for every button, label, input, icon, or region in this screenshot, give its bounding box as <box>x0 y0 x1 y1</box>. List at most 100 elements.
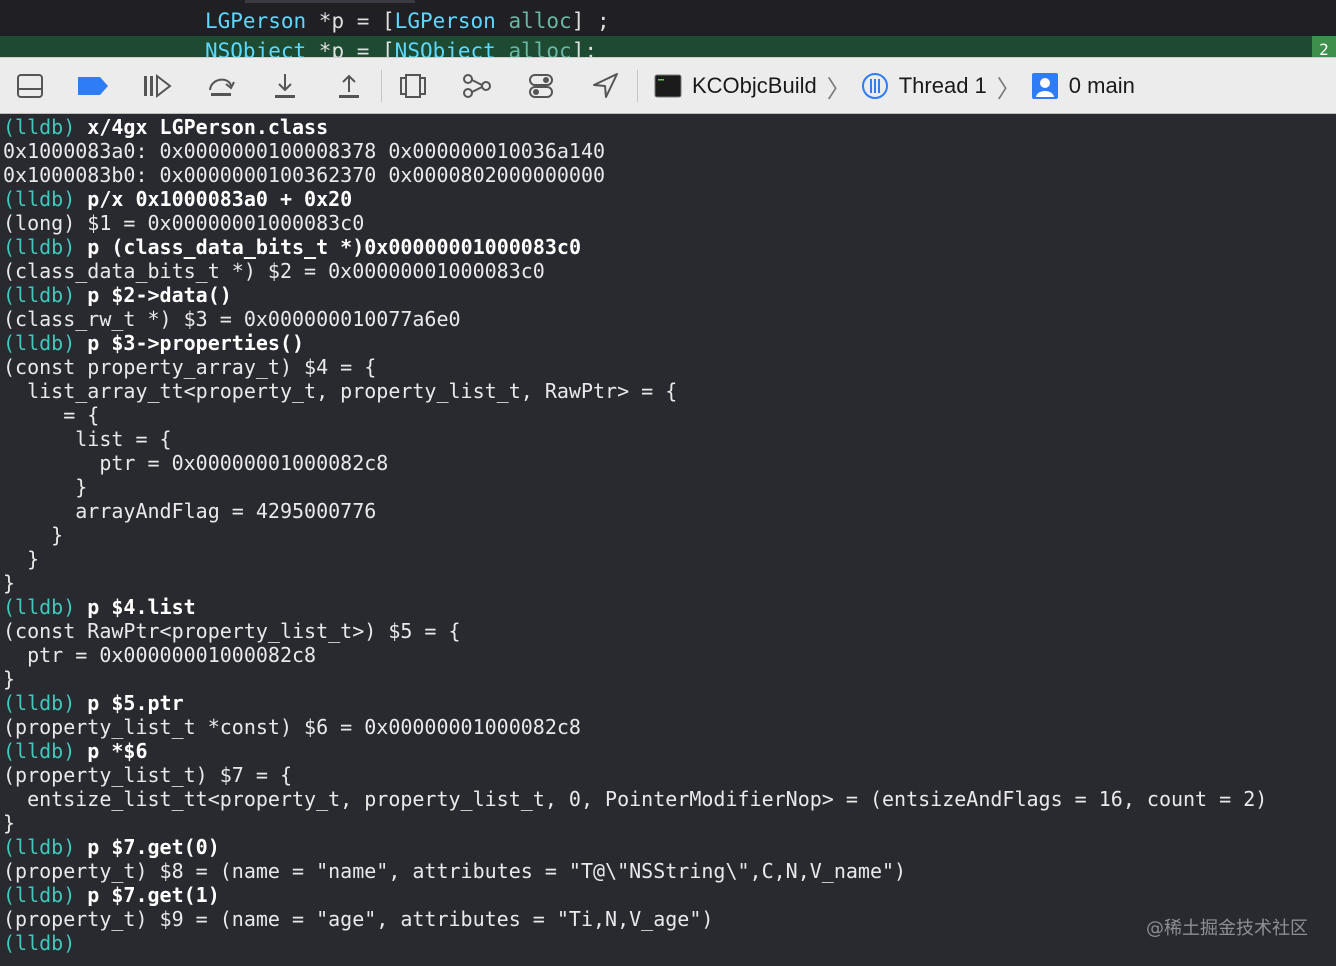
console-command-line: (lldb) p $7.get(1) <box>3 883 220 907</box>
type-token: NSObject <box>394 39 496 57</box>
lldb-prompt: (lldb) <box>3 691 76 715</box>
terminal-app-icon <box>654 74 682 98</box>
breakpoints-toggle-button[interactable] <box>73 68 113 104</box>
panel-icon <box>17 74 43 98</box>
toggles-icon <box>529 74 553 98</box>
continue-icon <box>144 73 172 99</box>
code-token: *p = [ <box>306 9 395 33</box>
step-out-button[interactable] <box>329 68 369 104</box>
command-text: p (class_data_bits_t *)0x00000001000083c… <box>87 235 581 259</box>
thread-name: Thread 1 <box>898 73 987 98</box>
console-command-line: (lldb) p $5.ptr <box>3 691 184 715</box>
console-output-line: (const RawPtr<property_list_t>) $5 = { <box>3 619 461 643</box>
editor-scroll-indicator <box>245 0 415 3</box>
lldb-prompt: (lldb) <box>3 595 76 619</box>
console-output-line: } <box>3 475 88 499</box>
console-output-line: (property_t) $8 = (name = "name", attrib… <box>3 859 907 883</box>
command-text: p *$6 <box>87 739 148 763</box>
console-output-line: ptr = 0x00000001000082c8 <box>3 643 317 667</box>
console-output-line: 0x1000083a0: 0x0000000100008378 0x000000… <box>3 139 606 163</box>
console-output-line: entsize_list_tt<property_t, property_lis… <box>3 787 1268 811</box>
step-out-icon <box>339 74 359 98</box>
console-command-line: (lldb) p $7.get(0) <box>3 835 220 859</box>
issue-badge[interactable]: 2 <box>1312 36 1336 57</box>
console-command-line: (lldb) x/4gx LGPerson.class <box>3 115 328 139</box>
console-output-line: list_array_tt<property_t, property_list_… <box>3 379 678 403</box>
console-output-line: } <box>3 811 16 835</box>
command-text: p $2->data() <box>87 283 232 307</box>
console-output-line: = { <box>3 403 100 427</box>
simulate-location-button[interactable] <box>585 68 625 104</box>
lldb-prompt: (lldb) <box>3 739 76 763</box>
location-arrow-icon <box>593 73 618 98</box>
type-token: NSObject <box>205 39 307 57</box>
console-command-line: (lldb) p $4.list <box>3 595 196 619</box>
lldb-prompt: (lldb) <box>3 187 76 211</box>
user-frame-icon <box>1031 73 1058 99</box>
code-token: ]; <box>571 39 597 57</box>
lldb-prompt: (lldb) <box>3 235 76 259</box>
step-over-button[interactable] <box>201 68 241 104</box>
breadcrumb-frame[interactable]: 0 main <box>1031 72 1135 100</box>
code-line-28-current[interactable]: 28 NSObject *p = [NSObject alloc]; <box>0 36 1336 57</box>
console-output-line: } <box>3 571 16 595</box>
console-output-line: (long) $1 = 0x00000001000083c0 <box>3 211 365 235</box>
breadcrumb-thread[interactable]: Thread 1 <box>861 72 987 100</box>
console-output-line: } <box>3 667 16 691</box>
console-output-line: } <box>3 547 40 571</box>
command-text: p $4.list <box>87 595 196 619</box>
chevron-right-icon: 〉 <box>996 74 1021 103</box>
debug-breadcrumb: KCObjcBuild 〉 Thread 1 〉 0 main <box>654 68 1135 104</box>
memory-graph-icon <box>463 74 491 98</box>
step-into-button[interactable] <box>265 68 305 104</box>
view-hierarchy-button[interactable] <box>393 68 433 104</box>
console-command-line: (lldb) p $2->data() <box>3 283 232 307</box>
lldb-console[interactable]: (lldb) x/4gx LGPerson.class 0x1000083a0: … <box>0 115 1336 966</box>
toolbar-divider <box>637 70 638 102</box>
console-command-line: (lldb) p/x 0x1000083a0 + 0x20 <box>3 187 352 211</box>
method-token: alloc <box>508 9 572 33</box>
continue-button[interactable] <box>137 68 177 104</box>
console-command-line: (lldb) p (class_data_bits_t *)0x00000001… <box>3 235 581 259</box>
lldb-prompt: (lldb) <box>3 331 76 355</box>
console-output-line: (const property_array_t) $4 = { <box>3 355 377 379</box>
code-token: ] ; <box>571 9 610 33</box>
console-output-line: (property_list_t *const) $6 = 0x00000001… <box>3 715 581 739</box>
command-text: p $7.get(0) <box>87 835 220 859</box>
command-text: p $7.get(1) <box>87 883 220 907</box>
command-text: x/4gx LGPerson.class <box>87 115 329 139</box>
debug-toolbar: KCObjcBuild 〉 Thread 1 〉 0 main <box>0 57 1336 114</box>
frame-name: 0 main <box>1068 73 1135 98</box>
method-token: alloc <box>508 39 572 57</box>
console-output-line: list = { <box>3 427 172 451</box>
watermark: @稀土掘金技术社区 <box>1146 918 1308 939</box>
type-token: LGPerson <box>394 9 496 33</box>
console-output-line: (class_data_bits_t *) $2 = 0x00000001000… <box>3 259 545 283</box>
breadcrumb-target[interactable]: KCObjcBuild <box>654 73 817 99</box>
code-text: LGPerson *p = [LGPerson alloc] ; <box>205 6 610 36</box>
step-into-icon <box>275 74 295 98</box>
console-command-line: (lldb) <box>3 931 75 955</box>
code-token: *p = [ <box>306 39 395 57</box>
console-output-line: arrayAndFlag = 4295000776 <box>3 499 377 523</box>
thread-icon <box>861 73 888 99</box>
lldb-prompt: (lldb) <box>3 931 76 955</box>
memory-graph-button[interactable] <box>457 68 497 104</box>
view-hierarchy-icon <box>400 74 426 98</box>
lldb-prompt: (lldb) <box>3 835 76 859</box>
console-command-line: (lldb) p *$6 <box>3 739 148 763</box>
code-line-27[interactable]: 27 LGPerson *p = [LGPerson alloc] ; <box>0 6 1336 57</box>
lldb-prompt: (lldb) <box>3 115 76 139</box>
command-text: p/x 0x1000083a0 + 0x20 <box>87 187 353 211</box>
lldb-prompt: (lldb) <box>3 283 76 307</box>
console-output-line: (property_list_t) $7 = { <box>3 763 292 787</box>
console-output-line: 0x1000083b0: 0x0000000100362370 0x000080… <box>3 163 606 187</box>
console-output-line: } <box>3 523 64 547</box>
environment-overrides-button[interactable] <box>521 68 561 104</box>
lldb-prompt: (lldb) <box>3 883 76 907</box>
source-editor[interactable]: 27 LGPerson *p = [LGPerson alloc] ; 28 N… <box>0 0 1336 57</box>
hide-debug-area-button[interactable] <box>10 68 50 104</box>
console-command-line: (lldb) p $3->properties() <box>3 331 304 355</box>
console-output-line: (property_t) $9 = (name = "age", attribu… <box>3 907 714 931</box>
